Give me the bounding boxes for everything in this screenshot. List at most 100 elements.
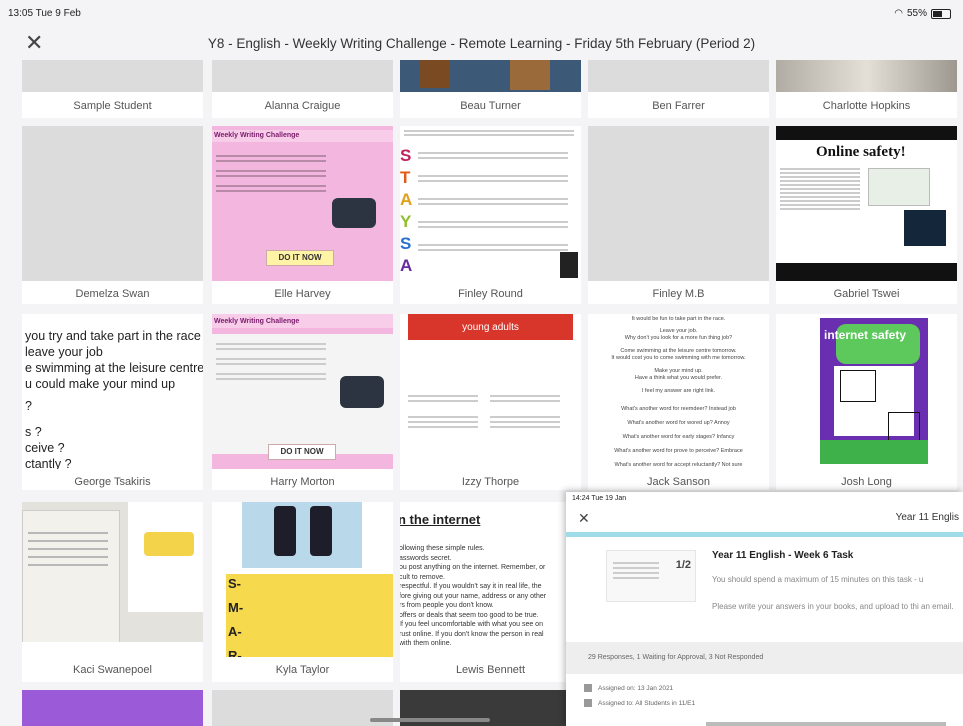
submission-tile[interactable]: you try and take part in the race leave …	[22, 314, 203, 490]
submission-thumbnail	[212, 60, 393, 92]
submission-tile[interactable]	[212, 690, 393, 726]
task-description: You should spend a maximum of 15 minutes…	[712, 575, 924, 584]
thumb-heading: young adults	[462, 322, 519, 333]
submission-thumbnail: internet safety	[776, 314, 957, 469]
submission-thumbnail: you try and take part in the race leave …	[22, 314, 203, 469]
student-name: Harry Morton	[270, 476, 335, 488]
submission-thumbnail	[22, 126, 203, 281]
submission-thumbnail: It would be fun to take part in the race…	[588, 314, 769, 469]
task-title: Year 11 English - Week 6 Task	[712, 550, 854, 561]
close-icon[interactable]: ✕	[578, 510, 590, 527]
text-line: Have a think what you would prefer.	[634, 375, 723, 381]
submission-thumbnail	[22, 502, 203, 642]
do-it-now-label: DO IT NOW	[268, 444, 336, 460]
text-line: rs from people you don't know.	[400, 602, 494, 609]
task-instructions: Please write your answers in your books,…	[712, 602, 954, 611]
text-line: rust online. If you don't know the perso…	[400, 630, 544, 638]
student-name: Josh Long	[841, 476, 892, 488]
text-line: It would be fun to take part in the race…	[631, 316, 726, 322]
overlay-divider	[566, 532, 963, 537]
text-line: ou post anything on the internet. Rememb…	[400, 564, 546, 571]
do-it-now-label: DO IT NOW	[266, 250, 334, 266]
thumb-heading: Weekly Writing Challenge	[214, 132, 300, 139]
assigned-on-text: Assigned on: 13 Jan 2021	[598, 684, 674, 692]
text-line: Make your mind up.	[654, 368, 703, 374]
thumb-heading: Online safety!	[816, 144, 906, 160]
wifi-icon: ◠	[894, 8, 903, 19]
text-line: ceive ?	[25, 441, 65, 455]
text-line: cult to remove.	[400, 573, 445, 581]
student-name: Kaci Swanepoel	[73, 664, 152, 676]
battery-level: 55%	[906, 8, 927, 19]
student-name: Sample Student	[73, 100, 152, 112]
submission-tile[interactable]: S T A Y S A Finley Round	[400, 126, 581, 304]
acrostic-letter: R-	[228, 648, 242, 657]
status-indicators: ◠ 55%	[894, 8, 951, 19]
acrostic-letter: S-	[228, 576, 241, 591]
submission-tile[interactable]: Sample Student	[22, 60, 203, 118]
submission-thumbnail: Online safety!	[776, 126, 957, 281]
acrostic-letter: Y	[400, 212, 412, 231]
student-name: Izzy Thorpe	[461, 476, 520, 488]
status-time: 13:05 Tue 9 Feb	[8, 8, 81, 19]
student-name: Finley M.B	[652, 288, 705, 300]
home-indicator[interactable]	[370, 718, 490, 722]
submission-tile[interactable]: Weekly Writing Challenge DO IT NOW Harry…	[212, 314, 393, 490]
acrostic-letter: S	[400, 146, 412, 165]
submission-thumbnail	[400, 60, 581, 92]
text-line: e swimming at the leisure centre	[25, 361, 203, 375]
text-line: Leave your job.	[659, 328, 698, 334]
people-icon	[584, 699, 592, 707]
text-line: offers or deals that seem too good to be…	[400, 611, 539, 619]
submission-tile[interactable]: Online safety! Gabriel Tswei	[776, 126, 957, 304]
acrostic-letter: A	[400, 256, 413, 275]
responses-summary[interactable]: 29 Responses, 1 Waiting for Approval, 3 …	[566, 642, 963, 674]
task-document-thumbnail[interactable]: 1/2	[606, 550, 696, 602]
student-name: Lewis Bennett	[455, 664, 526, 676]
submission-tile[interactable]: Kaci Swanepoel	[22, 502, 203, 682]
submission-tile[interactable]: n the internet ollowing these simple rul…	[400, 502, 581, 682]
acrostic-letter: S	[400, 234, 412, 253]
submission-tile[interactable]: It would be fun to take part in the race…	[588, 314, 769, 490]
submission-tile[interactable]: Ben Farrer	[588, 60, 769, 118]
submission-tile[interactable]: young adults Izzy Thorpe	[400, 314, 581, 490]
text-line: respectful. If you wouldn't say it in re…	[400, 583, 542, 590]
overlay-status-time: 14:24 Tue 19 Jan	[572, 495, 627, 502]
thumb-heading: n the internet	[400, 512, 481, 527]
assignment-overlay-panel[interactable]: 14:24 Tue 19 Jan ✕ Year 11 Englis 1/2 Ye…	[566, 492, 963, 726]
student-name: Beau Turner	[460, 100, 521, 112]
submission-thumbnail: young adults	[400, 314, 581, 469]
thumb-heading: Weekly Writing Challenge	[214, 318, 300, 325]
acrostic-letter: T	[400, 168, 411, 187]
submission-thumbnail: S T A Y S A	[400, 126, 581, 281]
text-line: Why don't you look for a more fun thing …	[624, 335, 733, 341]
submission-tile[interactable]: Demelza Swan	[22, 126, 203, 304]
text-line: u could make your mind up	[25, 377, 176, 391]
calendar-icon	[584, 684, 592, 692]
submission-thumbnail: Weekly Writing Challenge DO IT NOW	[212, 314, 393, 469]
submission-tile[interactable]: internet safety Josh Long	[776, 314, 957, 490]
submission-tile[interactable]: Charlotte Hopkins	[776, 60, 957, 118]
responses-text: 29 Responses, 1 Waiting for Approval, 3 …	[588, 654, 764, 661]
student-name: Jack Sanson	[647, 476, 710, 488]
text-line: fore giving out your name, address or an…	[400, 592, 547, 600]
submission-thumbnail: S- M- A- R-	[212, 502, 393, 657]
text-line: If you feel uncomfortable with what you …	[400, 621, 543, 628]
thumb-heading: internet safety	[824, 328, 907, 342]
battery-icon	[931, 8, 951, 19]
submission-tile[interactable]: S- M- A- R- Kyla Taylor	[212, 502, 393, 682]
text-line: What's another word for prove to perceiv…	[614, 448, 743, 454]
header: ✕ Y8 - English - Weekly Writing Challeng…	[0, 26, 963, 60]
submission-thumbnail	[776, 60, 957, 92]
student-name: Elle Harvey	[274, 288, 331, 300]
submission-tile[interactable]	[22, 690, 203, 726]
submission-tile[interactable]: Beau Turner	[400, 60, 581, 118]
submission-thumbnail	[588, 60, 769, 92]
student-name: Finley Round	[458, 288, 523, 300]
student-name: Kyla Taylor	[275, 664, 330, 676]
student-name: Demelza Swan	[75, 288, 150, 300]
page-title: Y8 - English - Weekly Writing Challenge …	[207, 36, 756, 51]
submission-tile[interactable]: Weekly Writing Challenge DO IT NOW Elle …	[212, 126, 393, 304]
submission-tile[interactable]: Finley M.B	[588, 126, 769, 304]
submission-tile[interactable]: Alanna Craigue	[212, 60, 393, 118]
